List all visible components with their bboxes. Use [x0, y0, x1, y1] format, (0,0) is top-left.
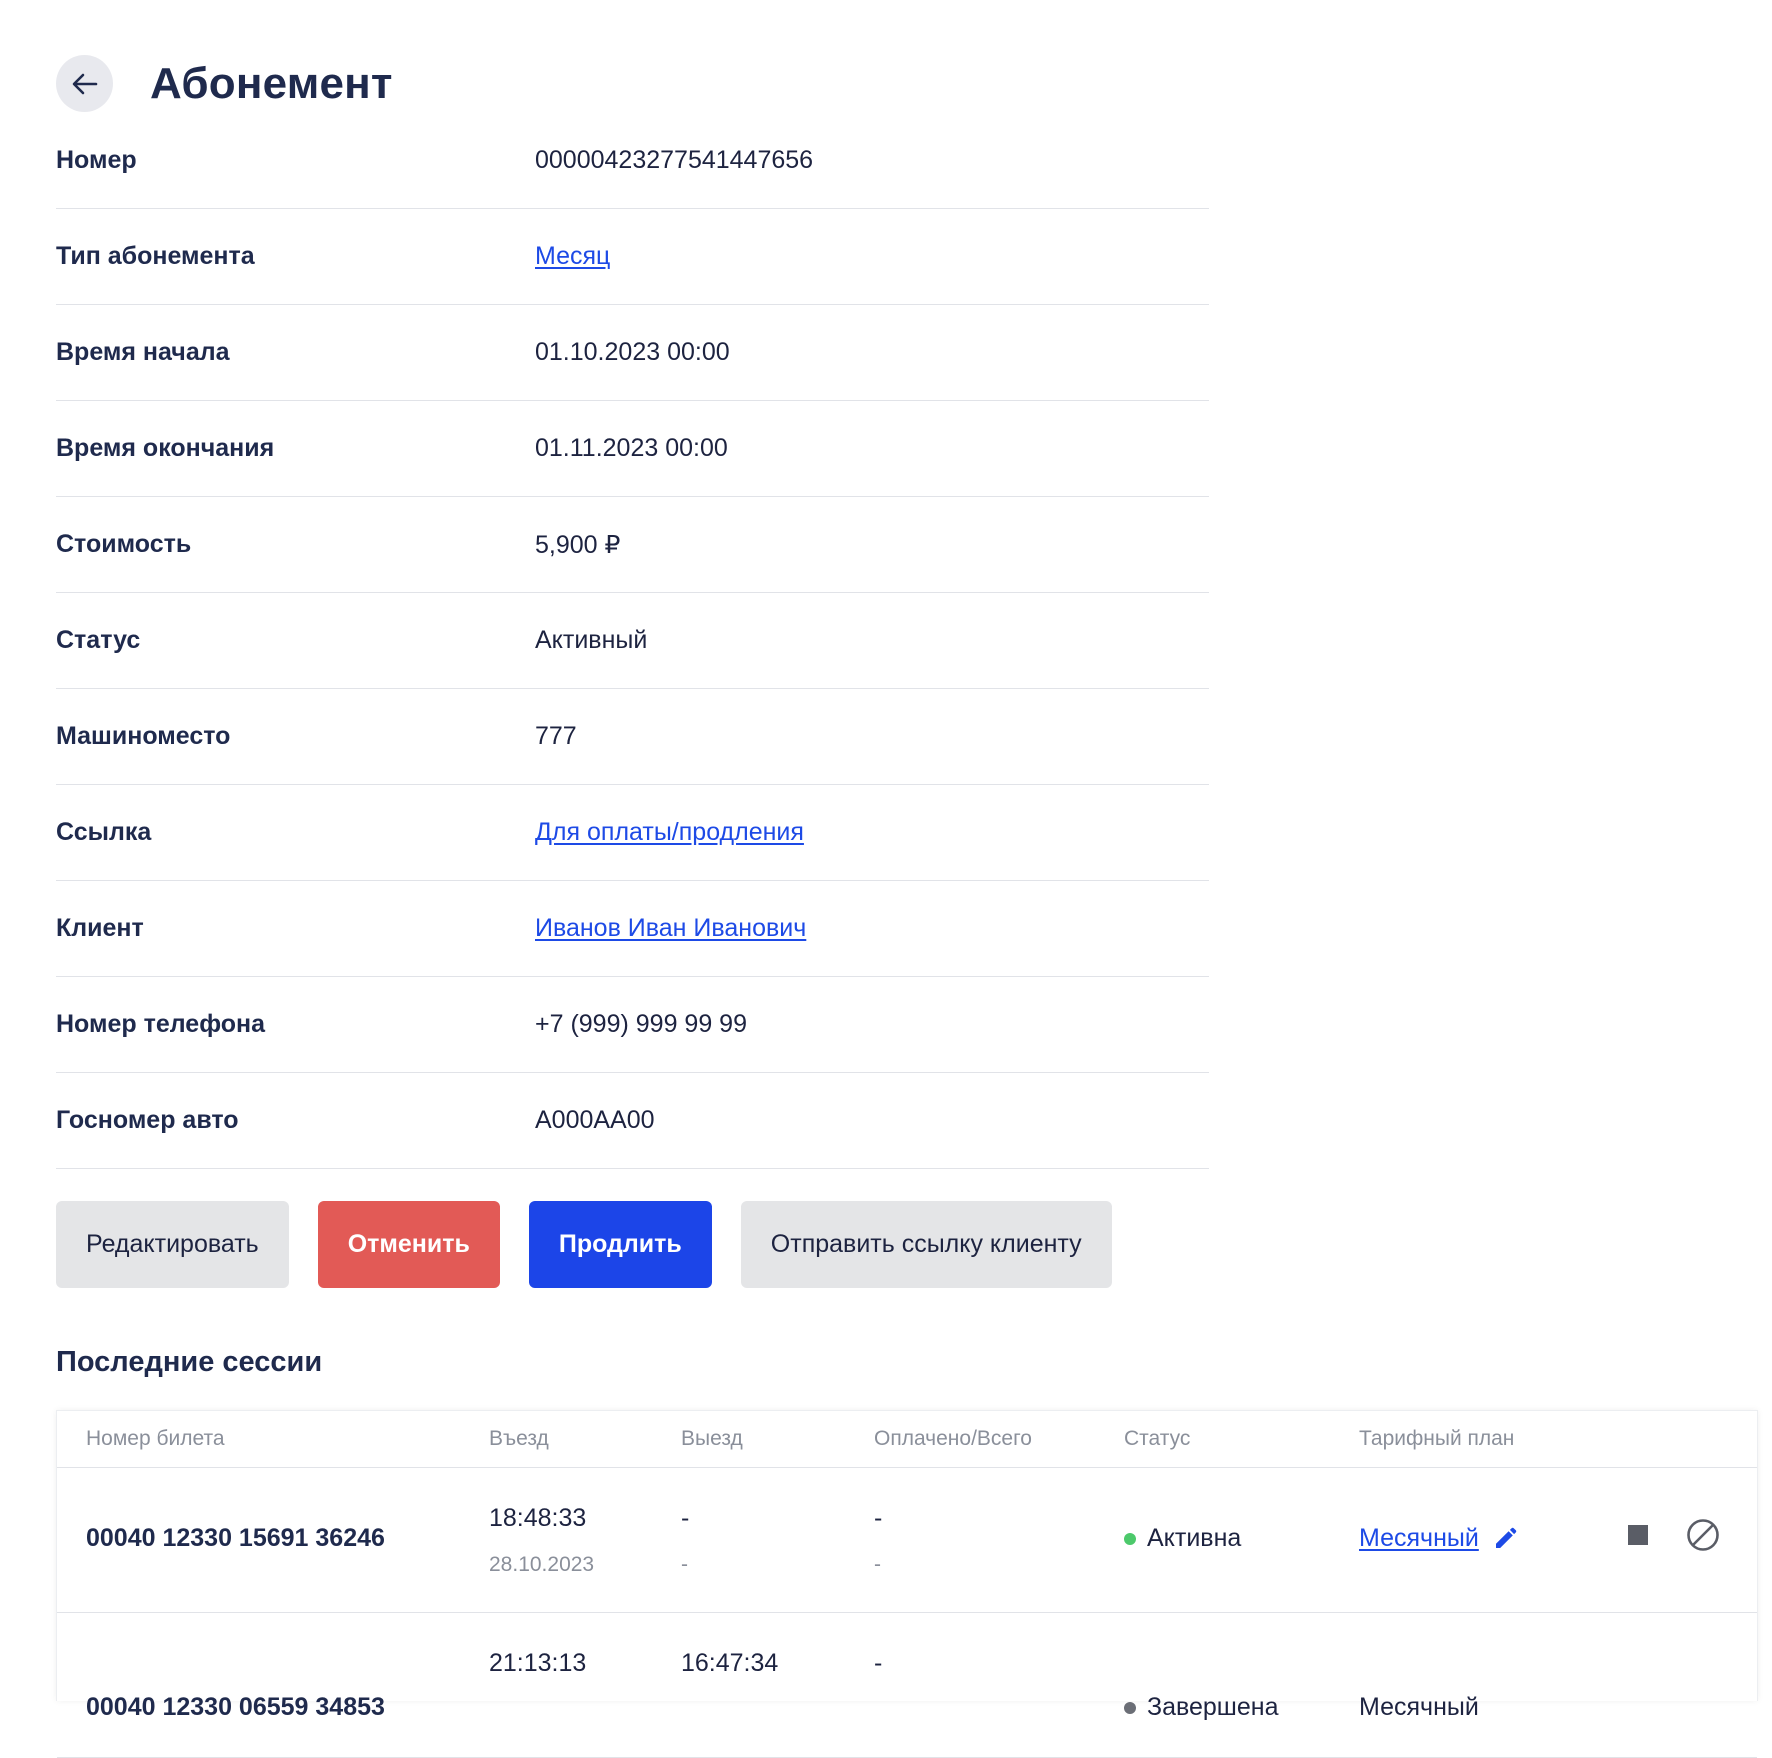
- tariff-plan: Месячный: [1359, 1693, 1479, 1722]
- subscription-type-link[interactable]: Месяц: [535, 242, 610, 271]
- extend-button[interactable]: Продлить: [528, 1201, 712, 1288]
- detail-row-status: Статус Активный: [56, 593, 1209, 689]
- detail-value: 00000423277541447656: [535, 146, 814, 174]
- entry-time: 21:13:13: [489, 1649, 587, 1677]
- status-dot-icon: [1124, 1701, 1136, 1714]
- detail-row-price: Стоимость 5,900 ₽: [56, 497, 1209, 593]
- detail-value: Активный: [535, 626, 648, 654]
- payment-link[interactable]: Для оплаты/продления: [535, 818, 804, 847]
- detail-label: Номер: [56, 146, 137, 174]
- table-header: Номер билета Въезд Выезд Оплачено/Всего …: [57, 1411, 1757, 1468]
- column-header-exit: Выезд: [681, 1427, 743, 1450]
- exit-time: -: [681, 1504, 690, 1532]
- column-header-ticket: Номер билета: [86, 1427, 225, 1450]
- paid-total: -: [874, 1649, 883, 1677]
- detail-label: Номер телефона: [56, 1010, 266, 1038]
- detail-row-start: Время начала 01.10.2023 00:00: [56, 305, 1209, 401]
- detail-value: 01.11.2023 00:00: [535, 434, 728, 462]
- detail-label: Клиент: [56, 914, 144, 942]
- tariff-plan: Месячный: [1359, 1524, 1517, 1553]
- ticket-number: 00040 12330 15691 36246: [86, 1524, 385, 1552]
- action-buttons: Редактировать Отменить Продлить Отправит…: [56, 1201, 1141, 1288]
- status-text: Активна: [1147, 1524, 1242, 1552]
- detail-row-link: Ссылка Для оплаты/продления: [56, 785, 1209, 881]
- session-status: Завершена: [1124, 1693, 1278, 1722]
- status-dot-icon: [1124, 1532, 1136, 1545]
- back-button[interactable]: [56, 55, 113, 112]
- edit-button[interactable]: Редактировать: [56, 1201, 289, 1288]
- table-row[interactable]: 00040 12330 06559 34853 21:13:13 16:47:3…: [57, 1613, 1757, 1758]
- detail-value: А000АА00: [535, 1106, 655, 1134]
- detail-value: 5,900 ₽: [535, 530, 621, 559]
- detail-row-client: Клиент Иванов Иван Иванович: [56, 881, 1209, 977]
- exit-date: -: [681, 1553, 688, 1576]
- sessions-table: Номер билета Въезд Выезд Оплачено/Всего …: [56, 1410, 1758, 1758]
- ban-icon[interactable]: [1686, 1518, 1720, 1557]
- pencil-icon[interactable]: [1493, 1527, 1517, 1551]
- detail-row-phone: Номер телефона +7 (999) 999 99 99: [56, 977, 1209, 1073]
- cancel-button[interactable]: Отменить: [317, 1201, 500, 1288]
- detail-label: Тип абонемента: [56, 242, 255, 270]
- detail-label: Госномер авто: [56, 1106, 239, 1134]
- detail-row-plate: Госномер авто А000АА00: [56, 1073, 1209, 1169]
- paid-sub: -: [874, 1553, 881, 1576]
- table-row[interactable]: 00040 12330 15691 36246 18:48:33 28.10.2…: [57, 1468, 1757, 1613]
- detail-row-end: Время окончания 01.11.2023 00:00: [56, 401, 1209, 497]
- status-text: Завершена: [1147, 1693, 1279, 1721]
- detail-label: Машиноместо: [56, 722, 231, 750]
- column-header-status: Статус: [1124, 1427, 1191, 1450]
- entry-date: 28.10.2023: [489, 1553, 595, 1576]
- exit-time: 16:47:34: [681, 1649, 779, 1677]
- detail-row-parking-spot: Машиноместо 777: [56, 689, 1209, 785]
- column-header-entry: Въезд: [489, 1427, 549, 1450]
- sessions-title: Последние сессии: [56, 1346, 323, 1378]
- subscription-page: Абонемент Номер 00000423277541447656 Тип…: [0, 0, 1772, 1758]
- detail-value: 01.10.2023 00:00: [535, 338, 730, 366]
- session-status: Активна: [1124, 1524, 1241, 1553]
- client-link[interactable]: Иванов Иван Иванович: [535, 914, 806, 943]
- detail-label: Ссылка: [56, 818, 152, 846]
- detail-row-type: Тип абонемента Месяц: [56, 209, 1209, 305]
- tariff-plan-link[interactable]: Месячный: [1359, 1524, 1479, 1553]
- detail-label: Стоимость: [56, 530, 192, 558]
- ticket-number: 00040 12330 06559 34853: [86, 1693, 385, 1721]
- detail-value: +7 (999) 999 99 99: [535, 1010, 747, 1038]
- stop-icon[interactable]: [1628, 1525, 1648, 1545]
- column-header-paid: Оплачено/Всего: [874, 1427, 1032, 1450]
- detail-label: Время начала: [56, 338, 230, 366]
- arrow-left-icon: [72, 73, 97, 94]
- page-header: Абонемент: [56, 55, 393, 112]
- send-link-button[interactable]: Отправить ссылку клиенту: [740, 1201, 1112, 1288]
- detail-label: Время окончания: [56, 434, 275, 462]
- page-title: Абонемент: [150, 58, 393, 108]
- detail-label: Статус: [56, 626, 141, 654]
- details-list: Номер 00000423277541447656 Тип абонемент…: [56, 113, 1209, 1169]
- detail-row-number: Номер 00000423277541447656: [56, 113, 1209, 209]
- paid-total: -: [874, 1504, 883, 1532]
- column-header-plan: Тарифный план: [1359, 1427, 1515, 1450]
- entry-time: 18:48:33: [489, 1504, 587, 1532]
- tariff-plan-text: Месячный: [1359, 1693, 1479, 1721]
- detail-value: 777: [535, 722, 577, 750]
